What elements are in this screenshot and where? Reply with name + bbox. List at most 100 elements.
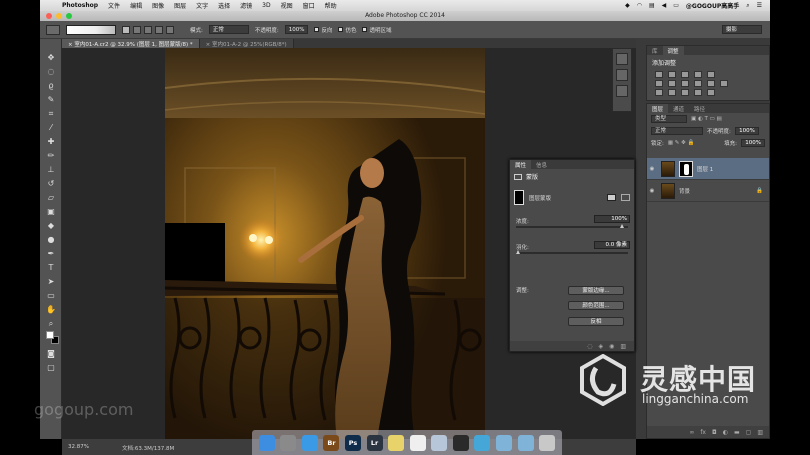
search-icon[interactable]: ⌕ xyxy=(746,2,749,10)
density-slider-handle[interactable] xyxy=(620,224,624,228)
menu-type[interactable]: 文字 xyxy=(196,1,208,10)
history-brush-tool-icon[interactable]: ↺ xyxy=(46,179,56,189)
quick-select-tool-icon[interactable]: ✎ xyxy=(46,95,56,105)
selective-color-icon[interactable] xyxy=(707,89,715,96)
foreground-color-swatch[interactable] xyxy=(46,331,54,339)
brush-tool-icon[interactable]: ✏ xyxy=(46,151,56,161)
dropbox-icon[interactable]: ◆ xyxy=(625,2,630,9)
tab-document-1[interactable]: × 室内01-A.cr2 @ 32.9% (图层 1, 图层蒙版/8) * xyxy=(62,39,200,48)
load-selection-icon[interactable]: ◌ xyxy=(587,343,592,350)
layer-thumbnail[interactable] xyxy=(661,182,675,199)
play-panel-icon[interactable] xyxy=(616,85,628,97)
dock-bridge-icon[interactable]: Br xyxy=(323,434,340,451)
tab-info[interactable]: 信息 xyxy=(531,160,552,169)
gradient-map-icon[interactable] xyxy=(694,89,702,96)
tab-libraries[interactable]: 库 xyxy=(647,46,663,55)
channel-mixer-icon[interactable] xyxy=(707,80,715,87)
color-balance-icon[interactable] xyxy=(668,80,676,87)
layer-opacity-field[interactable]: 100% xyxy=(734,127,759,135)
clone-stamp-tool-icon[interactable]: ⊥ xyxy=(46,165,56,175)
type-tool-icon[interactable]: T xyxy=(46,263,56,273)
feather-slider[interactable] xyxy=(516,252,628,254)
dock-folder-icon[interactable] xyxy=(495,434,512,451)
menu-image[interactable]: 图像 xyxy=(152,1,164,10)
dock-safari-icon[interactable] xyxy=(301,434,318,451)
path-select-tool-icon[interactable]: ➤ xyxy=(46,277,56,287)
layer-mask-thumbnail[interactable] xyxy=(679,160,693,177)
new-group-icon[interactable]: ▬ xyxy=(734,429,740,436)
workspace-select[interactable]: 摄影 xyxy=(722,25,762,34)
dock-finder-icon[interactable] xyxy=(258,434,275,451)
link-layers-icon[interactable]: ∞ xyxy=(689,429,694,436)
photo-filter-icon[interactable] xyxy=(694,80,702,87)
tab-layers[interactable]: 图层 xyxy=(647,104,669,113)
crop-tool-icon[interactable]: ⌗ xyxy=(46,109,56,119)
transparency-checkbox[interactable]: 透明区域 xyxy=(362,26,392,34)
quick-mask-icon[interactable]: ◙ xyxy=(46,349,56,359)
color-range-button[interactable]: 颜色范围... xyxy=(568,301,624,310)
layer-row-background[interactable]: ◉ 背景 🔒 xyxy=(647,180,769,202)
menu-3d[interactable]: 3D xyxy=(262,2,270,9)
wifi-icon[interactable]: ◠ xyxy=(637,2,642,9)
dock-quicktime-icon[interactable] xyxy=(452,434,469,451)
menu-file[interactable]: 文件 xyxy=(108,1,120,10)
linear-gradient-button[interactable] xyxy=(122,25,130,34)
zoom-tool-icon[interactable]: ⌕ xyxy=(46,319,56,329)
density-slider[interactable] xyxy=(516,226,628,228)
screen-mode-icon[interactable]: ▢ xyxy=(46,363,56,373)
tool-preset-picker[interactable] xyxy=(46,24,60,35)
menu-filter[interactable]: 滤镜 xyxy=(240,1,252,10)
menu-layer[interactable]: 图层 xyxy=(174,1,186,10)
actions-panel-icon[interactable] xyxy=(616,69,628,81)
invert-button[interactable]: 反相 xyxy=(568,317,624,326)
menu-view[interactable]: 视图 xyxy=(281,1,293,10)
visibility-eye-icon[interactable]: ◉ xyxy=(647,166,657,172)
dock-app-icon[interactable] xyxy=(474,434,491,451)
diamond-gradient-button[interactable] xyxy=(166,25,174,34)
menu-help[interactable]: 帮助 xyxy=(325,1,337,10)
visibility-eye-icon[interactable]: ◉ xyxy=(647,188,657,194)
gradient-tool-icon[interactable]: ▣ xyxy=(46,207,56,217)
dock-notes-icon[interactable] xyxy=(388,434,405,451)
tab-channels[interactable]: 通道 xyxy=(668,104,689,113)
brightness-icon[interactable] xyxy=(655,71,663,78)
toggle-mask-icon[interactable]: ◉ xyxy=(609,343,614,350)
dodge-tool-icon[interactable]: ● xyxy=(46,235,56,245)
vibrance-icon[interactable] xyxy=(707,71,715,78)
marquee-tool-icon[interactable]: ◌ xyxy=(46,67,56,77)
pen-tool-icon[interactable]: ✒ xyxy=(46,249,56,259)
pixel-mask-icon[interactable] xyxy=(607,194,616,201)
layer-name[interactable]: 背景 xyxy=(679,187,690,195)
eyedropper-tool-icon[interactable]: ⁄ xyxy=(46,123,56,133)
layer-filter-select[interactable]: 类型 xyxy=(651,115,687,123)
layer-style-icon[interactable]: fx xyxy=(700,429,706,436)
new-layer-icon[interactable]: ▢ xyxy=(746,429,752,436)
menu-select[interactable]: 选择 xyxy=(218,1,230,10)
document-image[interactable] xyxy=(165,48,485,439)
dock-ical-icon[interactable] xyxy=(409,434,426,451)
hand-tool-icon[interactable]: ✋ xyxy=(46,305,56,315)
filter-icons[interactable]: ▣ ◐ T ▭ ▤ xyxy=(691,116,722,122)
color-lookup-icon[interactable] xyxy=(720,80,728,87)
dock-trash-icon[interactable] xyxy=(539,434,556,451)
tab-adjustments[interactable]: 调整 xyxy=(662,46,684,55)
dock-downloads-icon[interactable] xyxy=(517,434,534,451)
curves-icon[interactable] xyxy=(681,71,689,78)
angle-gradient-button[interactable] xyxy=(144,25,152,34)
volume-icon[interactable]: ◀ xyxy=(662,2,667,9)
fill-field[interactable]: 100% xyxy=(741,139,765,147)
menu-edit[interactable]: 编辑 xyxy=(130,1,142,10)
radial-gradient-button[interactable] xyxy=(133,25,141,34)
dither-checkbox[interactable]: 仿色 xyxy=(338,26,356,34)
add-mask-icon[interactable]: ◘ xyxy=(712,429,717,436)
mode-select[interactable]: 正常 xyxy=(208,25,249,34)
hue-saturation-icon[interactable] xyxy=(655,80,663,87)
app-menu[interactable]: Photoshop xyxy=(62,2,98,9)
feather-field[interactable]: 0.0 像素 xyxy=(594,241,630,249)
flag-icon[interactable]: ▤ xyxy=(649,2,655,9)
reverse-checkbox[interactable]: 反向 xyxy=(314,26,332,34)
zoom-readout[interactable]: 32.87% xyxy=(68,444,89,450)
list-icon[interactable]: ☰ xyxy=(757,2,762,9)
dock-photoshop-icon[interactable]: Ps xyxy=(345,434,362,451)
lasso-tool-icon[interactable]: ϱ xyxy=(46,81,56,91)
